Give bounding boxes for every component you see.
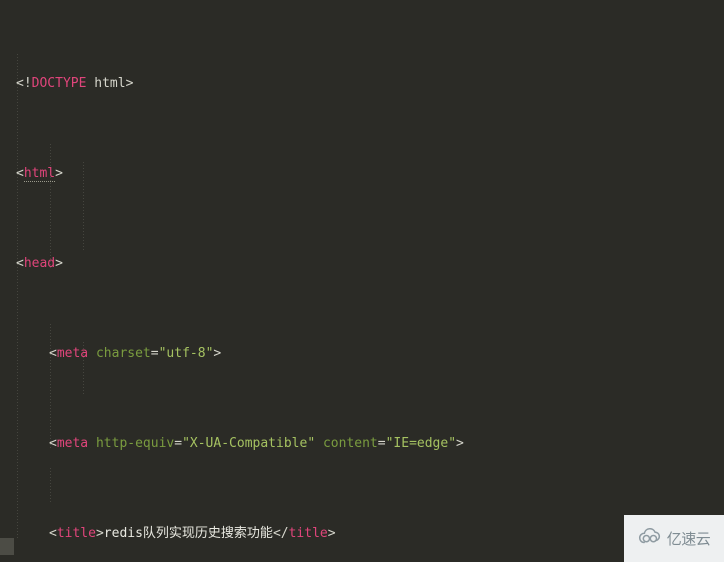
code-line[interactable]: <!DOCTYPE html>: [0, 75, 724, 93]
attr-charset: charset: [95, 346, 151, 361]
watermark-text: 亿速云: [666, 530, 711, 548]
quote: ": [307, 436, 316, 451]
tag-html-open: html: [23, 166, 56, 182]
tag-meta: meta: [56, 436, 89, 451]
angle-open-slash: </: [272, 526, 289, 541]
angle-close: >: [327, 526, 336, 541]
angle-close: >: [456, 436, 464, 451]
code-line[interactable]: <meta http-equiv="X-UA-Compatible" conte…: [0, 435, 724, 453]
quote: ": [448, 436, 457, 451]
equals: =: [174, 436, 183, 451]
doctype-open: <!: [16, 76, 32, 91]
tag-head-open: head: [23, 256, 56, 271]
attr-content: content: [322, 436, 378, 451]
angle-close: >: [213, 346, 222, 361]
angle-open: <: [16, 166, 24, 181]
doctype-name: html: [86, 76, 126, 91]
value-utf8: utf-8: [166, 346, 206, 361]
tag-title-open: title: [56, 526, 96, 541]
cloud-icon: [638, 527, 664, 550]
code-line[interactable]: <meta charset="utf-8">: [0, 345, 724, 363]
angle-open: <: [49, 526, 57, 541]
attr-http-equiv: http-equiv: [95, 436, 175, 451]
doctype-close: >: [125, 76, 134, 91]
title-text: redis队列实现历史搜索功能: [103, 526, 273, 541]
angle-open: <: [16, 256, 24, 271]
code-line[interactable]: <head>: [0, 255, 724, 273]
code-line[interactable]: <html>: [0, 165, 724, 183]
tag-meta: meta: [56, 346, 89, 361]
quote: ": [182, 436, 190, 451]
angle-close: >: [55, 166, 63, 181]
tag-title-close: title: [288, 526, 328, 541]
angle-open: <: [49, 436, 57, 451]
doctype-keyword: DOCTYPE: [31, 76, 87, 91]
angle-close: >: [95, 526, 104, 541]
angle-open: <: [49, 346, 57, 361]
code-editor[interactable]: <!DOCTYPE html> <html> <head> <meta char…: [0, 0, 724, 562]
equals: =: [150, 346, 159, 361]
code-line[interactable]: <title>redis队列实现历史搜索功能</title>: [0, 525, 724, 543]
value-ieedge: IE=edge: [393, 436, 449, 451]
code-content[interactable]: <!DOCTYPE html> <html> <head> <meta char…: [0, 0, 724, 562]
watermark: 亿速云: [624, 515, 724, 562]
value-xua: X-UA-Compatible: [189, 436, 308, 451]
equals: =: [377, 436, 386, 451]
angle-close: >: [55, 256, 63, 271]
